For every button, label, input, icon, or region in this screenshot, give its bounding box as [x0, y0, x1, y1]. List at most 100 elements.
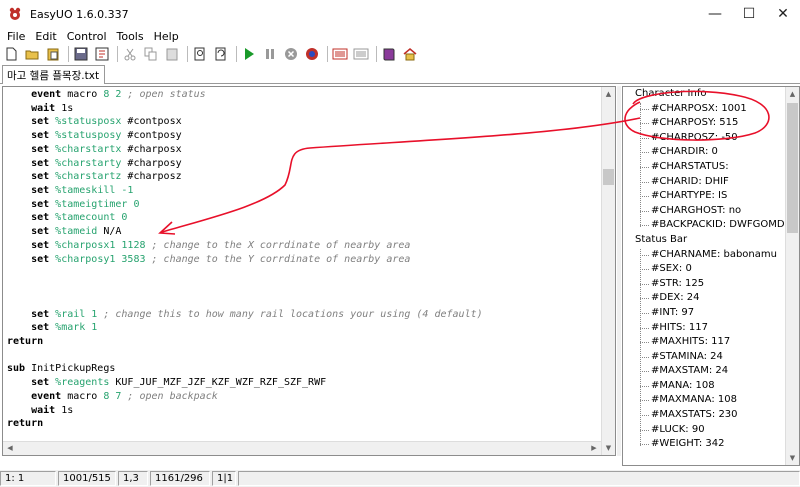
variable-tree[interactable]: Character Info #CHARPOSX: 1001 #CHARPOSY: …: [622, 86, 800, 466]
scroll-thumb[interactable]: [787, 103, 798, 233]
debug-icon[interactable]: [303, 46, 321, 62]
tree-group[interactable]: Character Info: [623, 87, 783, 102]
pane-splitter[interactable]: [617, 86, 621, 456]
tree-item[interactable]: #DEX: 24: [623, 291, 783, 306]
code-token: -1: [115, 185, 134, 197]
code-token: return: [7, 418, 44, 430]
tree-group[interactable]: Status Bar: [623, 233, 783, 248]
paste-script-icon[interactable]: [44, 46, 62, 62]
replace-icon[interactable]: [212, 46, 230, 62]
paste-icon[interactable]: [163, 46, 181, 62]
code-line[interactable]: set %charposy1 3583 ; change to the Y co…: [7, 253, 483, 267]
tree-item[interactable]: #STAMINA: 24: [623, 350, 783, 365]
new-file-icon[interactable]: [2, 46, 20, 62]
tree-item[interactable]: #HITS: 117: [623, 321, 783, 336]
scroll-up-arrow-icon[interactable]: ▲: [602, 87, 615, 101]
scroll-down-arrow-icon[interactable]: ▼: [786, 451, 799, 465]
code-line[interactable]: event macro 8 7 ; open backpack: [7, 390, 483, 404]
tree-item[interactable]: #BACKPACKID: DWFGOMD: [623, 218, 785, 233]
menu-tools[interactable]: Tools: [112, 30, 149, 43]
tree-item[interactable]: #MAXSTATS: 230: [623, 408, 783, 423]
scroll-left-arrow-icon[interactable]: ◀: [3, 442, 17, 455]
scroll-thumb[interactable]: [603, 169, 614, 185]
tree-vertical-scrollbar[interactable]: ▲ ▼: [785, 87, 799, 465]
tree-item[interactable]: #INT: 97: [623, 306, 783, 321]
menu-file[interactable]: File: [2, 30, 30, 43]
code-line[interactable]: sub InitPickupRegs: [7, 362, 483, 376]
tab-script-file[interactable]: 마고 헬름 플목장.txt: [2, 65, 106, 84]
minimize-button[interactable]: —: [698, 0, 732, 28]
tree-item[interactable]: #STR: 125: [623, 277, 783, 292]
scroll-right-arrow-icon[interactable]: ▶: [587, 442, 601, 455]
code-line[interactable]: event macro 8 2 ; open status: [7, 88, 483, 102]
code-line[interactable]: wait 1s: [7, 102, 483, 116]
code-line[interactable]: set %tameigtimer 0: [7, 198, 483, 212]
editor-vertical-scrollbar[interactable]: ▲ ▼: [601, 87, 615, 455]
tree-item[interactable]: #MAXMANA: 108: [623, 393, 783, 408]
menu-control[interactable]: Control: [62, 30, 112, 43]
menu-help[interactable]: Help: [149, 30, 184, 43]
find-icon[interactable]: [191, 46, 209, 62]
tree-item[interactable]: #CHARSTATUS:: [623, 160, 783, 175]
maximize-button[interactable]: ☐: [732, 0, 766, 28]
save-icon[interactable]: [72, 46, 90, 62]
script-editor[interactable]: event macro 8 2 ; open status wait 1s se…: [2, 86, 616, 456]
code-line[interactable]: set %charstarty #charposy: [7, 157, 483, 171]
pause-icon[interactable]: [261, 46, 279, 62]
code-line[interactable]: set %charstartz #charposz: [7, 170, 483, 184]
code-line[interactable]: set %tamecount 0: [7, 211, 483, 225]
code-line[interactable]: [7, 280, 483, 294]
clear-gray-icon[interactable]: [352, 46, 370, 62]
menu-edit[interactable]: Edit: [30, 30, 61, 43]
book-icon[interactable]: [380, 46, 398, 62]
code-line[interactable]: [7, 294, 483, 308]
code-token: set: [7, 116, 50, 128]
scroll-down-arrow-icon[interactable]: ▼: [602, 441, 615, 455]
code-line[interactable]: set %tameskill -1: [7, 184, 483, 198]
tree-item[interactable]: #CHARNAME: babonamu: [623, 248, 783, 263]
code-line[interactable]: [7, 266, 483, 280]
close-button[interactable]: ✕: [766, 0, 800, 28]
tree-item[interactable]: #MAXHITS: 117: [623, 335, 783, 350]
code-token: 1s: [55, 404, 74, 416]
code-line[interactable]: return: [7, 417, 483, 431]
cut-icon[interactable]: [121, 46, 139, 62]
tree-item[interactable]: #WEIGHT: 342: [623, 437, 783, 452]
tree-item[interactable]: #MANA: 108: [623, 379, 783, 394]
tree-item[interactable]: #CHARPOSX: 1001: [623, 102, 783, 117]
code-line[interactable]: set %statusposx #contposx: [7, 115, 483, 129]
code-line[interactable]: set %charposx1 1128 ; change to the X co…: [7, 239, 483, 253]
tree-item[interactable]: #SEX: 0: [623, 262, 783, 277]
code-line[interactable]: set %mark 1: [7, 321, 483, 335]
scroll-up-arrow-icon[interactable]: ▲: [786, 87, 799, 101]
code-text[interactable]: event macro 8 2 ; open status wait 1s se…: [7, 88, 483, 455]
tree-item[interactable]: #CHARPOSY: 515: [623, 116, 783, 131]
code-token: %tameigtimer: [49, 198, 128, 210]
tree-item[interactable]: #CHARDIR: 0: [623, 145, 783, 160]
tree-item-label: #CHARNAME: babonamu: [651, 248, 777, 260]
code-line[interactable]: set %charstartx #charposx: [7, 143, 483, 157]
tree-item[interactable]: #LUCK: 90: [623, 423, 783, 438]
tree-item[interactable]: #CHARTYPE: IS: [623, 189, 783, 204]
code-line[interactable]: set %rail 1 ; change this to how many ra…: [7, 308, 483, 322]
code-line[interactable]: set %statusposy #contposy: [7, 129, 483, 143]
code-line[interactable]: [7, 349, 483, 363]
copy-icon[interactable]: [142, 46, 160, 62]
play-icon[interactable]: [240, 46, 258, 62]
home-icon[interactable]: [401, 46, 419, 62]
tree-item-label: #MAXHITS: 117: [651, 336, 731, 348]
open-folder-icon[interactable]: [23, 46, 41, 62]
stop-icon[interactable]: [282, 46, 300, 62]
tree-item[interactable]: #CHARGHOST: no: [623, 204, 783, 219]
code-line[interactable]: set %reagents KUF_JUF_MZF_JZF_KZF_WZF_RZ…: [7, 376, 483, 390]
code-line[interactable]: set %tameid N/A: [7, 225, 483, 239]
editor-horizontal-scrollbar[interactable]: ◀ ▶: [3, 441, 601, 455]
tree-item[interactable]: #MAXSTAM: 24: [623, 364, 783, 379]
code-line[interactable]: return: [7, 335, 483, 349]
clear-red-icon[interactable]: [331, 46, 349, 62]
save-all-icon[interactable]: [93, 46, 111, 62]
tree-item[interactable]: #CHARID: DHIF: [623, 175, 783, 190]
tree-item-label: #LUCK: 90: [651, 423, 705, 435]
code-line[interactable]: wait 1s: [7, 404, 483, 418]
tree-item[interactable]: #CHARPOSZ: -50: [623, 131, 783, 146]
